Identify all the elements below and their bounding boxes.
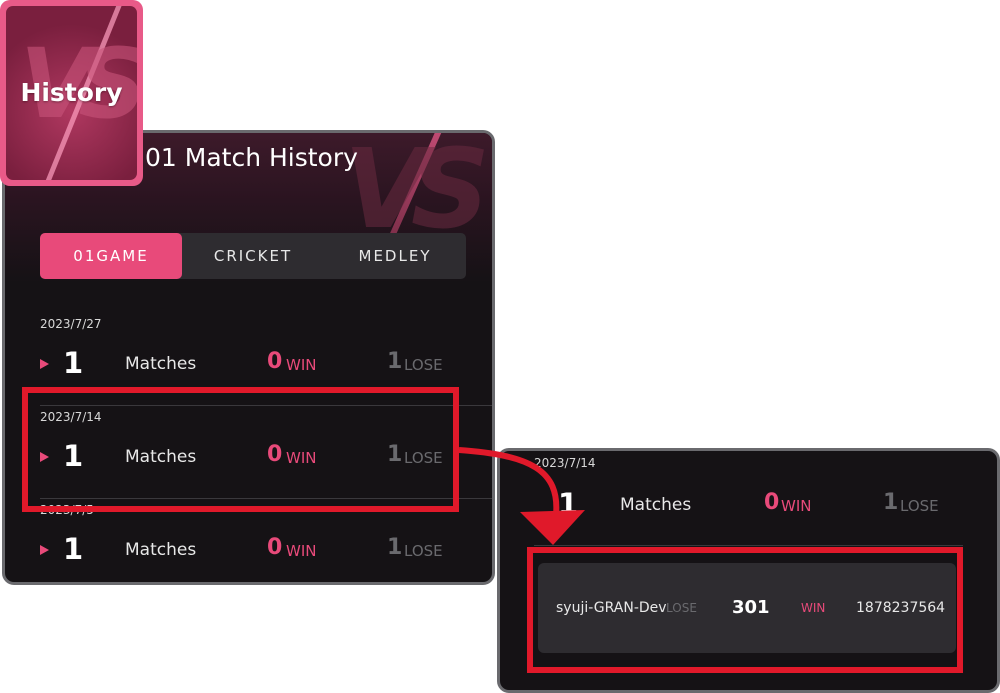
match-count: 1 [558,487,579,521]
match-history-panel: VS 01 Match History 01GAME CRICKET MEDLE… [2,130,495,585]
tab-medley[interactable]: MEDLEY [324,233,466,279]
tab-cricket[interactable]: CRICKET [182,233,324,279]
group-date: 2023/7/27 [40,317,102,331]
match-summary-row[interactable]: 1 Matches 0 WIN 1 LOSE [5,346,492,386]
page-title: 01 Match History [145,143,358,172]
match-summary-row[interactable]: 1 Matches 0 WIN 1 LOSE [5,532,492,572]
lose-label: LOSE [404,542,443,560]
win-count: 0 [267,349,283,374]
lose-count: 1 [387,349,403,374]
match-summary-row[interactable]: 1 Matches 0 WIN 1 LOSE [500,487,997,527]
group-date: 2023/7/14 [534,456,596,470]
lose-count: 1 [387,535,403,560]
divider [534,545,963,546]
win-count: 0 [764,490,780,515]
match-count: 1 [63,346,84,380]
win-label: WIN [781,497,812,515]
expand-triangle-icon[interactable] [40,359,49,369]
matches-label: Matches [125,354,197,374]
matches-label: Matches [125,540,197,560]
win-label: WIN [286,542,317,560]
highlight-box [22,387,459,512]
win-label: WIN [286,356,317,374]
win-count: 0 [267,535,283,560]
tab-01game[interactable]: 01GAME [40,233,182,279]
lose-count: 1 [883,490,899,515]
history-button[interactable]: VS History [0,0,143,186]
expand-triangle-icon[interactable] [40,545,49,555]
match-count: 1 [63,532,84,566]
game-type-tabs: 01GAME CRICKET MEDLEY [40,233,466,279]
history-badge-image: VS History [6,6,137,180]
highlight-box [527,547,963,673]
history-label: History [20,78,123,107]
lose-label: LOSE [404,356,443,374]
matches-label: Matches [620,495,692,515]
lose-label: LOSE [900,497,939,515]
